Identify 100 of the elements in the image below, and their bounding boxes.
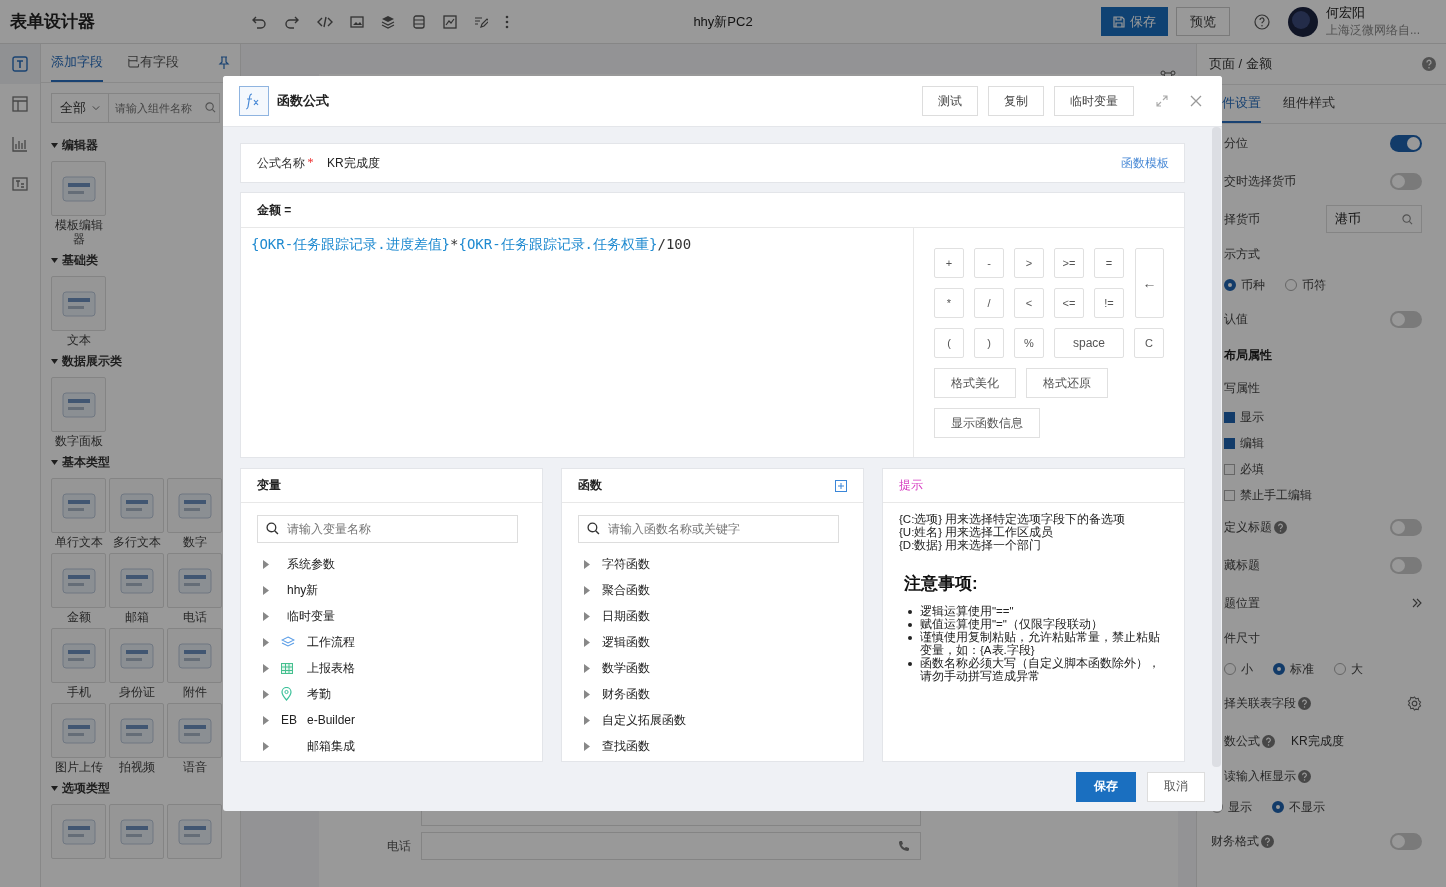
radio-option[interactable]: 不显示 bbox=[1272, 798, 1325, 816]
operator-key[interactable]: <= bbox=[1054, 288, 1084, 318]
group-title: 基本类型 bbox=[62, 453, 110, 471]
operator-key[interactable]: * bbox=[934, 288, 964, 318]
setting-label: 示方式 bbox=[1224, 245, 1260, 263]
search-field[interactable]: 请输入组件名称 bbox=[109, 93, 220, 123]
setting-label: 数公式 bbox=[1224, 732, 1260, 750]
tree-item[interactable]: 工作流程 bbox=[241, 629, 542, 655]
hint-text: {C:选项} 用来选择特定选项字段下的备选项 bbox=[899, 513, 1127, 526]
tree-item[interactable]: 字符函数 bbox=[562, 551, 863, 577]
tree-item[interactable]: hhy新 bbox=[241, 577, 542, 603]
radio-option[interactable]: 标准 bbox=[1273, 660, 1314, 678]
panel-tab[interactable]: 组件样式 bbox=[1283, 85, 1335, 123]
formula-editor[interactable]: {OKR-任务跟踪记录.进度差值}*{OKR-任务跟踪记录.任务权重}/100 bbox=[241, 228, 913, 457]
save-button[interactable]: 保存 bbox=[1076, 771, 1136, 802]
operator-key[interactable]: ( bbox=[934, 328, 964, 358]
panel-title: 变量 bbox=[257, 477, 281, 494]
tree-item[interactable]: 考勤 bbox=[241, 681, 542, 707]
operator-key[interactable]: % bbox=[1014, 328, 1044, 358]
panel-tab[interactable]: 添加字段 bbox=[51, 44, 103, 82]
component-label: 电话 bbox=[181, 610, 208, 624]
component-label: 图片上传 bbox=[53, 760, 104, 774]
field-label: 公式名称 bbox=[257, 154, 305, 172]
tree-item[interactable]: 聚合函数 bbox=[562, 577, 863, 603]
tree-item[interactable]: EB e-Builder bbox=[241, 707, 542, 733]
currency-select[interactable]: 港币 bbox=[1326, 205, 1422, 233]
search-field[interactable]: 请输入函数名称或关键字 bbox=[578, 515, 839, 543]
notice-text: 赋值运算使用"="（仅限字段联动） bbox=[920, 618, 1103, 631]
notice-text: 谨慎使用复制粘贴，允许粘贴常量，禁止粘贴变量，如：{A表.字段} bbox=[920, 631, 1161, 657]
operator-key[interactable]: > bbox=[1014, 248, 1044, 278]
operator-key[interactable]: = bbox=[1094, 248, 1124, 278]
operator-key[interactable]: + bbox=[934, 248, 964, 278]
component-label: 数字面板 bbox=[53, 434, 104, 448]
component-label: 数字 bbox=[181, 535, 208, 549]
cancel-button[interactable]: 取消 bbox=[1147, 771, 1205, 802]
operator-key[interactable]: ← bbox=[1135, 248, 1164, 318]
operator-key[interactable]: >= bbox=[1054, 248, 1084, 278]
field-label: 电话 bbox=[386, 837, 412, 855]
search-field[interactable]: 请输入变量名称 bbox=[257, 515, 518, 543]
operator-key[interactable]: != bbox=[1094, 288, 1124, 318]
checkbox-option[interactable]: 必填 bbox=[1224, 460, 1264, 478]
operator-key[interactable]: C bbox=[1134, 328, 1164, 358]
tree-item[interactable]: 邮箱集成 bbox=[241, 733, 542, 759]
target-label: 金额 = bbox=[257, 201, 292, 219]
tree-item[interactable]: 查找函数 bbox=[562, 733, 863, 759]
radio-option[interactable]: 大 bbox=[1334, 660, 1363, 678]
format-button[interactable]: 格式还原 bbox=[1026, 368, 1108, 398]
panel-tab[interactable]: 已有字段 bbox=[127, 44, 179, 82]
component-label: 模板编辑器 bbox=[53, 218, 104, 246]
category-select[interactable]: 全部 bbox=[51, 93, 109, 123]
hint-text: {U:姓名} 用来选择工作区成员 bbox=[899, 526, 1055, 539]
tree-item[interactable]: 逻辑函数 bbox=[562, 629, 863, 655]
checkbox-option[interactable]: 禁止手工编辑 bbox=[1224, 486, 1312, 504]
tree-item[interactable]: 上报表格 bbox=[241, 655, 542, 681]
operator-key[interactable]: - bbox=[974, 248, 1004, 278]
operator-key[interactable]: / bbox=[974, 288, 1004, 318]
tree-item[interactable]: 财务函数 bbox=[562, 681, 863, 707]
component-label: 单行文本 bbox=[53, 535, 104, 549]
operator-key[interactable]: space bbox=[1054, 328, 1124, 358]
preview-button[interactable]: 预览 bbox=[1176, 7, 1230, 36]
radio-option[interactable]: 小 bbox=[1224, 660, 1253, 678]
toolbar-button[interactable]: 测试 bbox=[922, 86, 978, 116]
setting-label: 定义标题 bbox=[1224, 518, 1272, 536]
dialog-title: 函数公式 bbox=[277, 92, 329, 110]
operator-key[interactable]: < bbox=[1014, 288, 1044, 318]
setting-label: 藏标题 bbox=[1224, 556, 1260, 574]
checkbox-option[interactable]: 编辑 bbox=[1224, 434, 1264, 452]
checkbox-option[interactable]: 显示 bbox=[1224, 408, 1264, 426]
setting-label: 写属性 bbox=[1224, 379, 1260, 397]
component-label: 拍视频 bbox=[117, 760, 156, 774]
setting-label: 交时选择货币 bbox=[1224, 172, 1296, 190]
component-label: 文本 bbox=[65, 333, 92, 347]
tree-item[interactable]: 日期函数 bbox=[562, 603, 863, 629]
setting-value: KR完成度 bbox=[1291, 732, 1345, 750]
user-name: 何宏阳 bbox=[1326, 4, 1366, 22]
toolbar-button[interactable]: 复制 bbox=[988, 86, 1044, 116]
function-info-button[interactable]: 显示函数信息 bbox=[934, 408, 1040, 438]
radio-option[interactable]: 币符 bbox=[1285, 276, 1326, 294]
setting-label: 分位 bbox=[1224, 134, 1248, 152]
template-link[interactable]: 函数模板 bbox=[1121, 154, 1169, 172]
toolbar-button[interactable]: 临时变量 bbox=[1054, 86, 1134, 116]
setting-label: 布局属性 bbox=[1224, 346, 1272, 364]
tree-item[interactable]: 临时变量 bbox=[241, 603, 542, 629]
component-label: 身份证 bbox=[117, 685, 156, 699]
save-button[interactable]: 保存 bbox=[1101, 7, 1168, 36]
panel-title: 提示 bbox=[899, 477, 923, 494]
hint-text: {D:数据} 用来选择一个部门 bbox=[899, 539, 1043, 552]
panel-title: 函数 bbox=[578, 477, 602, 494]
component-label: 手机 bbox=[65, 685, 92, 699]
notice-text: 函数名称必须大写（自定义脚本函数除外），请勿手动拼写造成异常 bbox=[920, 657, 1161, 683]
tree-item[interactable]: 数学函数 bbox=[562, 655, 863, 681]
page-title: hhy新PC2 bbox=[693, 12, 753, 31]
setting-label: 财务格式 bbox=[1211, 832, 1259, 850]
app-title: 表单设计器 bbox=[10, 11, 95, 33]
operator-key[interactable]: ) bbox=[974, 328, 1004, 358]
tree-item[interactable]: 系统参数 bbox=[241, 551, 542, 577]
setting-label: 件尺寸 bbox=[1224, 629, 1260, 647]
tree-item[interactable]: 自定义拓展函数 bbox=[562, 707, 863, 733]
setting-label: 读输入框显示 bbox=[1224, 767, 1296, 785]
format-button[interactable]: 格式美化 bbox=[934, 368, 1016, 398]
